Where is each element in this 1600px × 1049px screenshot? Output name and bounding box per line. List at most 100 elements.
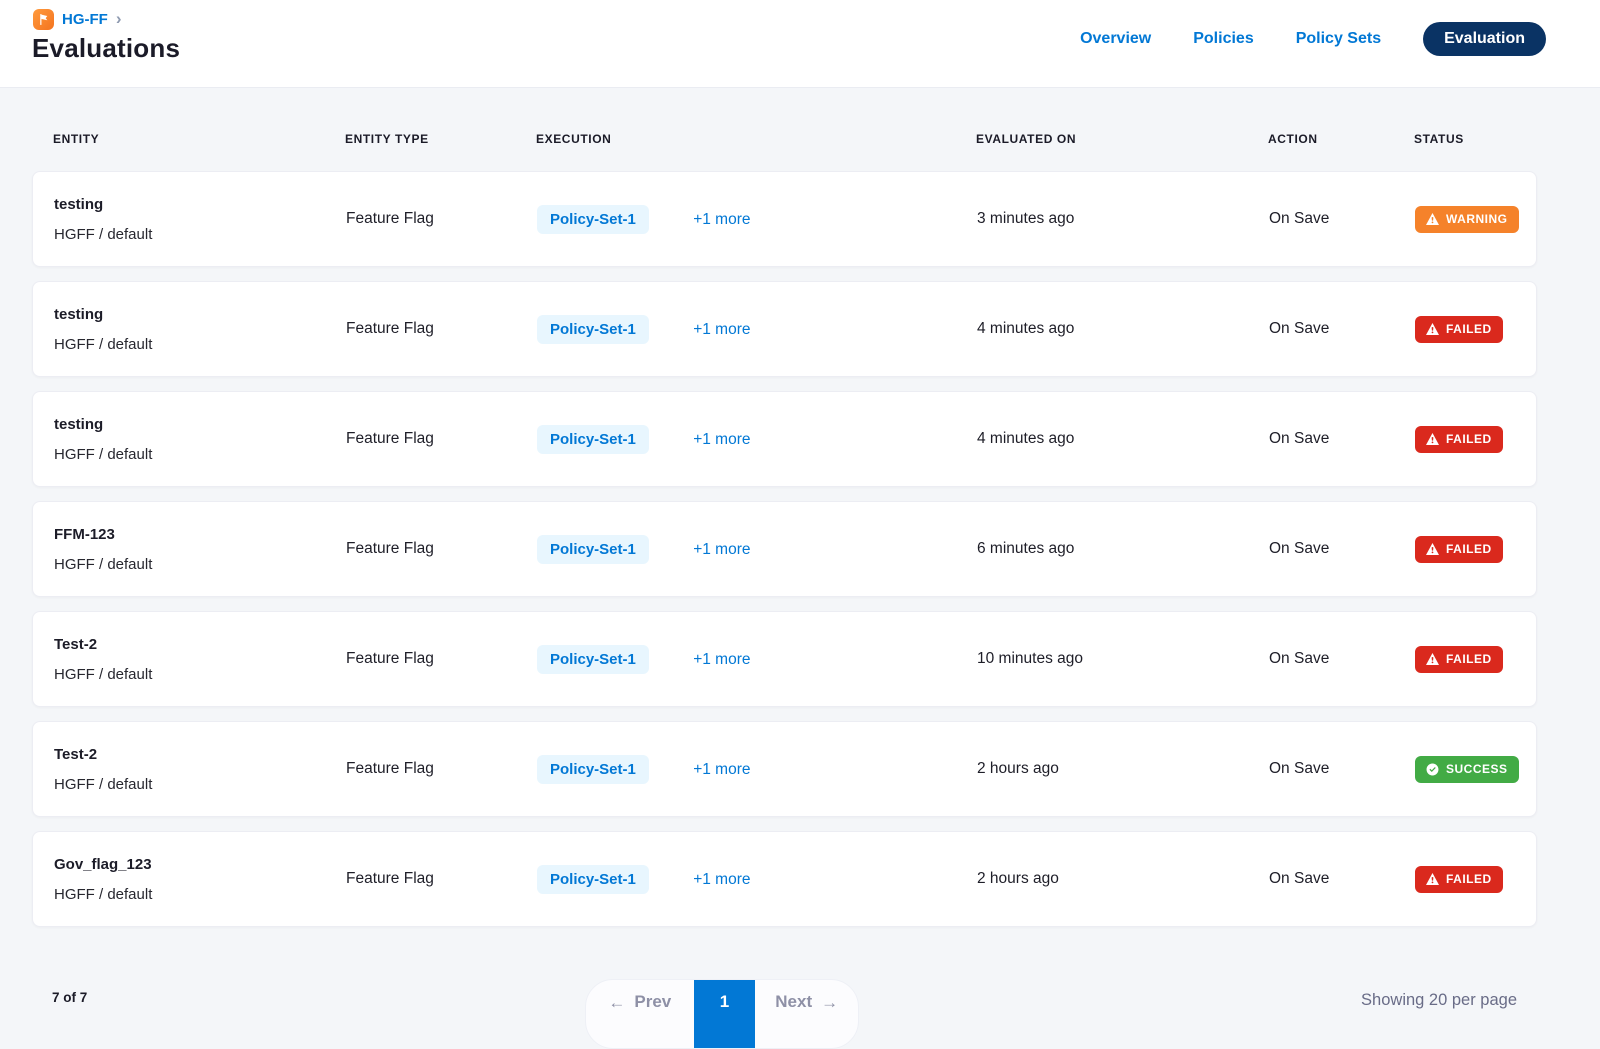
more-policy-sets-link[interactable]: +1 more [693,651,750,668]
prev-page-button[interactable]: ← Prev [586,980,694,1024]
entity-scope: HGFF / default [54,336,346,353]
current-page-button[interactable]: 1 [694,980,756,1049]
table-row[interactable]: testing HGFF / default Feature Flag Poli… [32,391,1537,487]
execution-cell: Policy-Set-1 +1 more [537,865,977,894]
column-header-entity: ENTITY [53,132,345,147]
evaluated-on: 2 hours ago [977,870,1269,888]
warning-triangle-icon [1426,653,1439,665]
module-nav: Overview Policies Policy Sets Evaluation [1080,22,1546,56]
table-row[interactable]: Test-2 HGFF / default Feature Flag Polic… [32,721,1537,817]
next-label: Next [775,992,812,1012]
policy-set-chip[interactable]: Policy-Set-1 [537,755,649,784]
column-header-status: STATUS [1414,132,1521,147]
entity-cell: Test-2 HGFF / default [54,636,346,683]
warning-triangle-icon [1426,323,1439,335]
status-cell: SUCCESS [1415,756,1520,783]
status-badge: SUCCESS [1415,756,1519,783]
entity-cell: testing HGFF / default [54,416,346,463]
more-policy-sets-link[interactable]: +1 more [693,431,750,448]
status-cell: FAILED [1415,536,1520,563]
policy-set-chip[interactable]: Policy-Set-1 [537,425,649,454]
entity-name: Test-2 [54,746,346,763]
execution-cell: Policy-Set-1 +1 more [537,315,977,344]
table-row[interactable]: Test-2 HGFF / default Feature Flag Polic… [32,611,1537,707]
entity-name: FFM-123 [54,526,346,543]
execution-cell: Policy-Set-1 +1 more [537,755,977,784]
action: On Save [1269,760,1415,778]
pagination: ← Prev 1 Next → [585,979,859,1049]
nav-policy-sets[interactable]: Policy Sets [1296,30,1381,48]
more-policy-sets-link[interactable]: +1 more [693,871,750,888]
entity-scope: HGFF / default [54,446,346,463]
more-policy-sets-link[interactable]: +1 more [693,321,750,338]
chevron-right-icon: › [116,10,122,27]
more-policy-sets-link[interactable]: +1 more [693,761,750,778]
entity-type: Feature Flag [346,870,537,888]
status-label: FAILED [1446,322,1492,336]
breadcrumb-project-link[interactable]: HG-FF [62,11,108,28]
warning-triangle-icon [1426,543,1439,555]
breadcrumb: HG-FF › [33,9,122,30]
more-policy-sets-link[interactable]: +1 more [693,211,750,228]
evaluated-on: 4 minutes ago [977,430,1269,448]
table-header-row: ENTITY ENTITY TYPE EXECUTION EVALUATED O… [32,132,1537,147]
status-cell: WARNING [1415,206,1520,233]
policy-set-chip[interactable]: Policy-Set-1 [537,315,649,344]
action: On Save [1269,430,1415,448]
entity-scope: HGFF / default [54,556,346,573]
entity-scope: HGFF / default [54,226,346,243]
evaluated-on: 4 minutes ago [977,320,1269,338]
evaluated-on: 3 minutes ago [977,210,1269,228]
nav-policies[interactable]: Policies [1193,30,1253,48]
policy-set-chip[interactable]: Policy-Set-1 [537,645,649,674]
entity-name: Test-2 [54,636,346,653]
status-badge: FAILED [1415,866,1503,893]
warning-triangle-icon [1426,873,1439,885]
entity-type: Feature Flag [346,430,537,448]
execution-cell: Policy-Set-1 +1 more [537,535,977,564]
entity-scope: HGFF / default [54,666,346,683]
policy-set-chip[interactable]: Policy-Set-1 [537,205,649,234]
status-cell: FAILED [1415,426,1520,453]
table-row[interactable]: Gov_flag_123 HGFF / default Feature Flag… [32,831,1537,927]
next-page-button[interactable]: Next → [755,980,858,1024]
nav-overview[interactable]: Overview [1080,30,1151,48]
feature-flags-logo-icon [33,9,54,30]
status-badge: FAILED [1415,536,1503,563]
warning-triangle-icon [1426,433,1439,445]
table-row[interactable]: testing HGFF / default Feature Flag Poli… [32,281,1537,377]
status-label: FAILED [1446,432,1492,446]
execution-cell: Policy-Set-1 +1 more [537,205,977,234]
status-badge: FAILED [1415,316,1503,343]
status-badge: FAILED [1415,646,1503,673]
more-policy-sets-link[interactable]: +1 more [693,541,750,558]
evaluated-on: 6 minutes ago [977,540,1269,558]
entity-name: Gov_flag_123 [54,856,346,873]
status-label: WARNING [1446,212,1508,226]
status-label: FAILED [1446,872,1492,886]
nav-evaluation-active[interactable]: Evaluation [1423,22,1546,56]
execution-cell: Policy-Set-1 +1 more [537,645,977,674]
entity-type: Feature Flag [346,540,537,558]
entity-scope: HGFF / default [54,886,346,903]
entity-name: testing [54,306,346,323]
status-badge: FAILED [1415,426,1503,453]
entity-cell: FFM-123 HGFF / default [54,526,346,573]
column-header-action: ACTION [1268,132,1414,147]
policy-set-chip[interactable]: Policy-Set-1 [537,535,649,564]
evaluations-table: ENTITY ENTITY TYPE EXECUTION EVALUATED O… [0,132,1600,927]
status-cell: FAILED [1415,866,1520,893]
table-row[interactable]: testing HGFF / default Feature Flag Poli… [32,171,1537,267]
column-header-execution: EXECUTION [536,132,976,147]
evaluated-on: 10 minutes ago [977,650,1269,668]
table-row[interactable]: FFM-123 HGFF / default Feature Flag Poli… [32,501,1537,597]
policy-set-chip[interactable]: Policy-Set-1 [537,865,649,894]
entity-type: Feature Flag [346,210,537,228]
entity-type: Feature Flag [346,760,537,778]
arrow-right-icon: → [821,994,838,1011]
execution-cell: Policy-Set-1 +1 more [537,425,977,454]
table-body: testing HGFF / default Feature Flag Poli… [32,171,1537,927]
entity-cell: testing HGFF / default [54,196,346,243]
action: On Save [1269,650,1415,668]
status-badge: WARNING [1415,206,1519,233]
